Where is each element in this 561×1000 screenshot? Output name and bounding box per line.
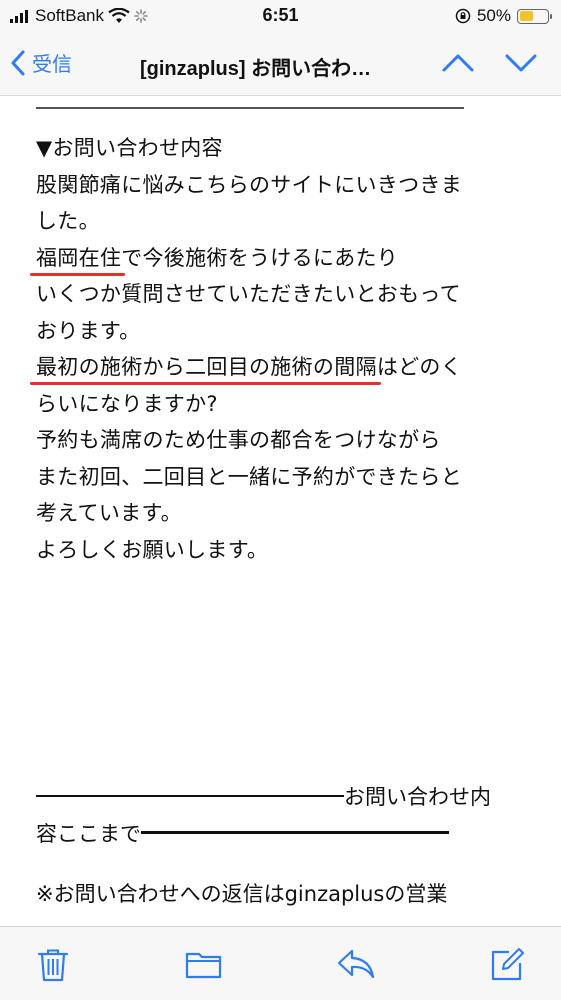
inquiry-content: ▼お問い合わせ内容 股関節痛に悩みこちらのサイトにいきつきま した。 福岡在住で… (36, 130, 536, 568)
trash-button[interactable] (36, 947, 70, 987)
reply-icon (337, 949, 375, 979)
footer-text: お問い合わせ内 (344, 785, 491, 809)
trash-icon (37, 949, 69, 982)
divider (36, 107, 464, 109)
email-body[interactable]: ▼お問い合わせ内容 股関節痛に悩みこちらのサイトにいきつきま した。 福岡在住で… (0, 96, 561, 926)
dash-rule (36, 794, 344, 798)
status-right: 50% (455, 6, 552, 26)
previous-message-button[interactable] (440, 48, 476, 83)
chevron-down-icon (505, 54, 537, 72)
battery-icon (517, 8, 552, 24)
next-message-button[interactable] (503, 48, 539, 83)
compose-icon (491, 948, 524, 981)
body-line: 福岡在住で今後施術をうけるにあたり (36, 240, 536, 277)
footer-line: お問い合わせ内 (36, 779, 536, 816)
back-label: 受信 (32, 54, 72, 76)
body-text: で今後施術をうけるにあたり (121, 245, 399, 270)
body-line: らいになりますか? (36, 391, 218, 416)
body-line: 最初の施術から二回目の施術の間隔はどのく (36, 349, 536, 386)
body-line: ▼お問い合わせ内容 (36, 136, 223, 160)
compose-button[interactable] (489, 947, 525, 987)
reply-button[interactable] (336, 947, 376, 985)
inquiry-end-marker: お問い合わせ内 容ここまで (36, 779, 536, 852)
folder-icon (185, 952, 222, 979)
body-line: いくつか質問させていただきたいとおもって (36, 282, 461, 306)
reply-note: ※お問い合わせへの返信はginzaplusの営業 (36, 882, 448, 906)
body-line: 股関節痛に悩みこちらのサイトにいきつきま (36, 172, 462, 197)
body-line: また初回、二回目と一緒に予約ができたらと (36, 464, 462, 489)
highlighted-text: 最初の施術から二回目の施術の間隔 (36, 355, 377, 379)
email-subject-title: [ginzaplus] お問い合わ… (140, 58, 372, 80)
body-line: した。 (36, 209, 100, 233)
move-to-folder-button[interactable] (185, 947, 223, 985)
chevron-left-icon (11, 50, 25, 75)
body-line: おります。 (36, 318, 141, 343)
back-button[interactable]: 受信 (10, 48, 72, 77)
status-bar: SoftBank 6:51 50% (0, 0, 561, 34)
body-text: はどのく (376, 355, 463, 379)
footer-line: 容ここまで (36, 816, 536, 853)
battery-fill (519, 11, 533, 21)
body-line: 予約も満席のため仕事の都合をつけながら (36, 428, 441, 452)
footer-text: 容ここまで (36, 821, 141, 846)
highlighted-text: 福岡在住 (36, 245, 122, 270)
nav-bar: 受信 [ginzaplus] お問い合わ… (0, 34, 561, 96)
battery-percent: 50% (476, 6, 511, 25)
chevron-up-icon (442, 54, 474, 72)
dash-rule (141, 831, 449, 834)
body-line: 考えています。 (36, 501, 182, 525)
bottom-toolbar (0, 926, 561, 1000)
body-line: よろしくお願いします。 (36, 537, 269, 562)
orientation-lock-icon (455, 8, 471, 24)
